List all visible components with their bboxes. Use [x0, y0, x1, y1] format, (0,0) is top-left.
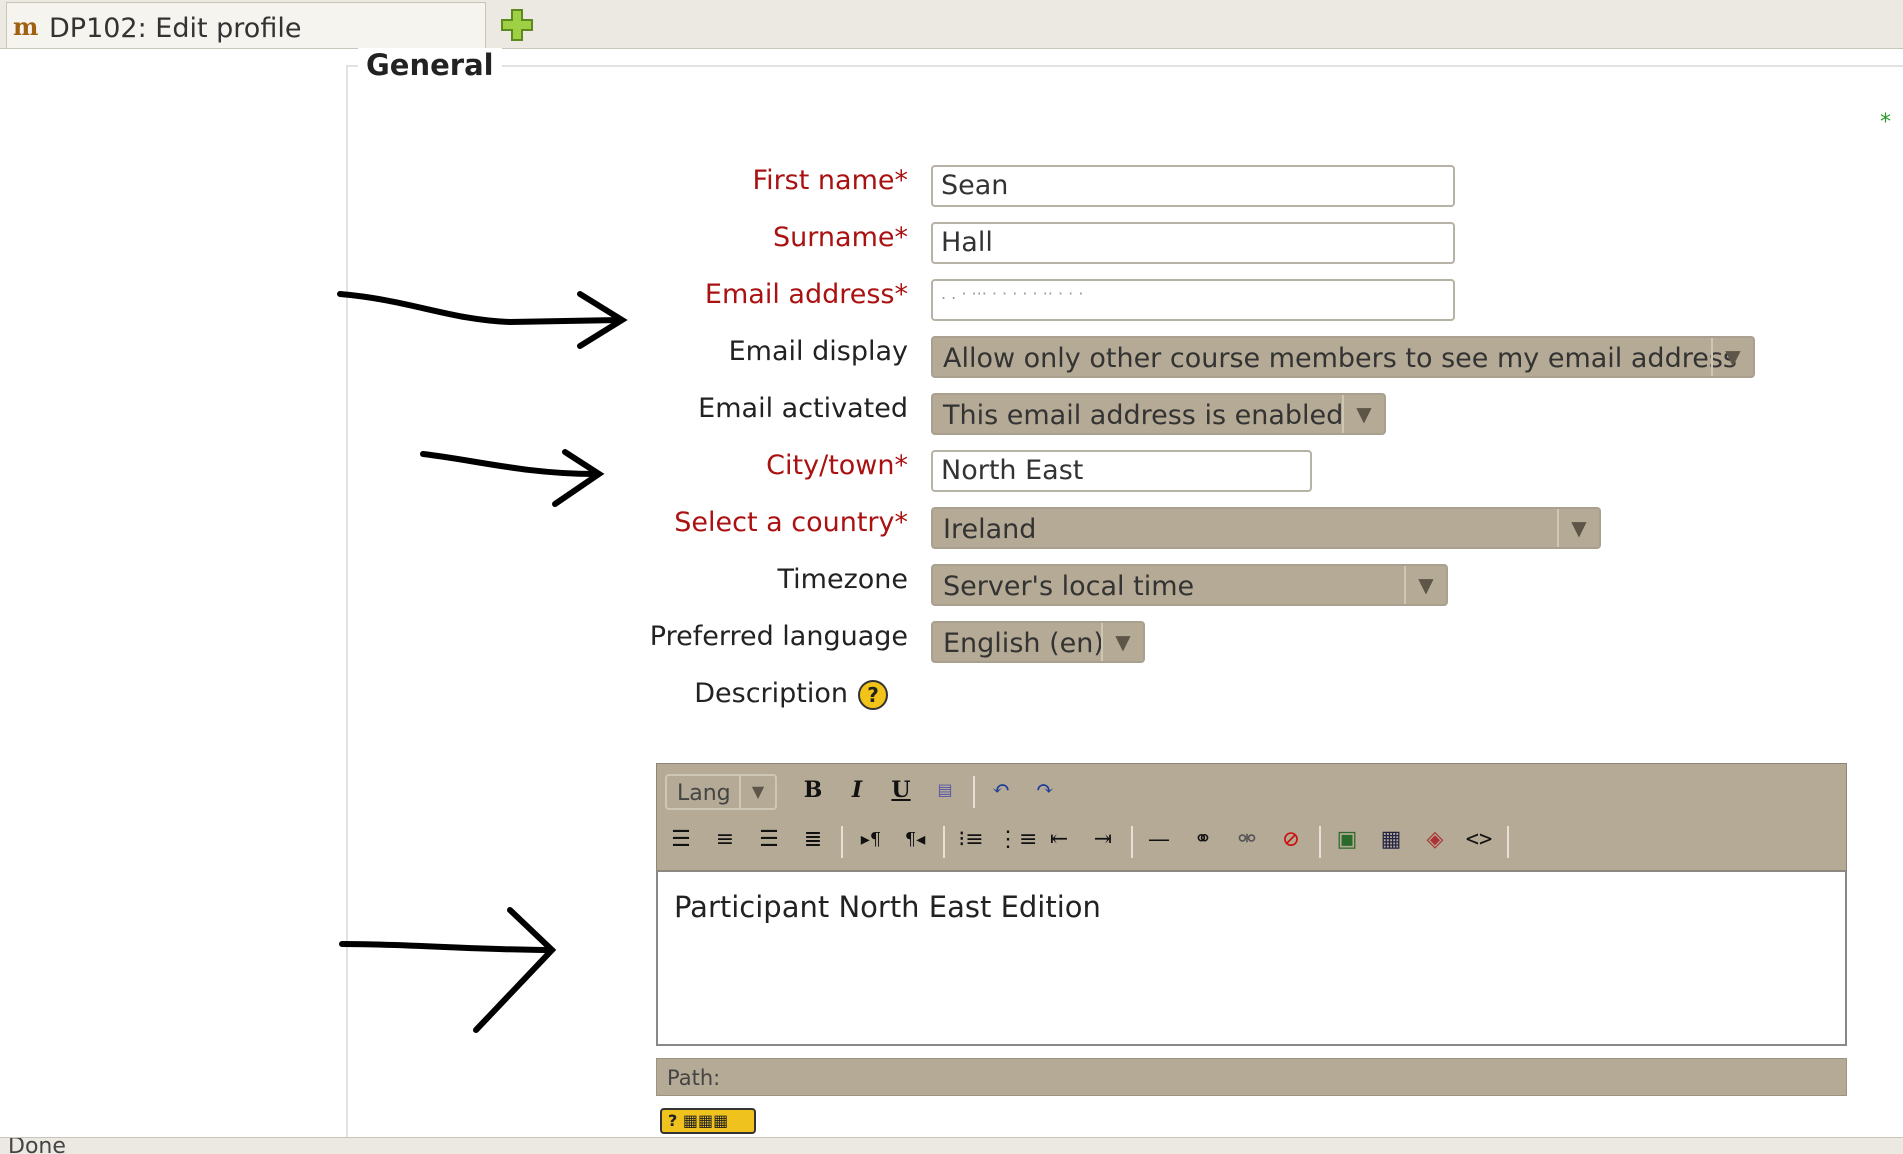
surname-value: Hall — [941, 227, 993, 258]
first-name-input[interactable]: Sean — [931, 165, 1455, 207]
align-left-icon[interactable]: ☰ — [663, 822, 699, 858]
country-value: Ireland — [943, 514, 1037, 545]
italic-icon[interactable]: I — [839, 772, 875, 808]
status-text: Done — [8, 1137, 66, 1154]
keyboard-shortcuts-icon[interactable]: ? ▦▦▦ — [660, 1108, 756, 1134]
timezone-value: Server's local time — [943, 571, 1195, 602]
toolbar-separator — [943, 826, 945, 858]
surname-input[interactable]: Hall — [931, 222, 1455, 264]
ordered-list-icon[interactable]: ⁝≡ — [953, 822, 989, 858]
toolbar-separator — [841, 826, 843, 858]
paste-word-icon[interactable]: ▤ — [927, 772, 963, 808]
indent-icon[interactable]: ⇥ — [1085, 822, 1121, 858]
email-value-obscured: . . · ··· · · · · · ·· · · · — [941, 284, 1084, 303]
new-tab-plus-icon[interactable] — [500, 8, 534, 42]
chevron-down-icon: ▼ — [1342, 395, 1384, 433]
description-editor[interactable]: Participant North East Edition — [656, 871, 1847, 1046]
keyboard-help-mark: ? — [668, 1111, 678, 1130]
city-value: North East — [941, 455, 1084, 486]
email-label-text: Email address — [704, 279, 895, 310]
first-name-label: First name* — [753, 165, 908, 196]
required-star: * — [894, 450, 909, 481]
country-label-text: Select a country — [674, 507, 895, 538]
chevron-down-icon: ▼ — [1711, 338, 1753, 376]
tab-bar: m DP102: Edit profile — [0, 0, 1903, 49]
toolbar-separator — [1131, 826, 1133, 858]
required-star: * — [894, 507, 909, 538]
undo-icon[interactable]: ↶ — [983, 772, 1019, 808]
email-display-select[interactable]: Allow only other course members to see m… — [931, 336, 1755, 378]
annotation-arrow-email — [337, 291, 628, 349]
city-label-text: City/town — [766, 450, 895, 481]
editor-toolbar: Lang ▼ B I U ▤ ↶ ↷ ☰ ≡ ☰ ≣ ▸¶ ¶◂ ⁝≡ ⋮≡ ⇤… — [656, 763, 1847, 871]
required-star: * — [894, 165, 909, 196]
email-input[interactable]: . . · ··· · · · · · ·· · · · — [931, 279, 1455, 321]
editor-content: Participant North East Edition — [674, 890, 1101, 924]
nolink-icon[interactable]: ⊘ — [1273, 822, 1309, 858]
email-activated-value: This email address is enabled — [943, 400, 1344, 431]
toolbar-separator — [973, 776, 975, 808]
insert-object-icon[interactable]: ◈ — [1417, 822, 1453, 858]
toolbar-separator — [1319, 826, 1321, 858]
first-name-value: Sean — [941, 170, 1009, 201]
email-label: Email address* — [705, 279, 908, 310]
chevron-down-icon: ▼ — [1557, 509, 1599, 547]
required-star: * — [894, 279, 909, 310]
ltr-icon[interactable]: ▸¶ — [853, 822, 889, 858]
tab-title: DP102: Edit profile — [49, 13, 302, 44]
annotation-arrow-description — [339, 907, 557, 1033]
fieldset-legend: General — [358, 48, 502, 82]
city-input[interactable]: North East — [931, 450, 1312, 492]
city-label: City/town* — [766, 450, 908, 481]
horizontal-rule-icon[interactable]: — — [1141, 822, 1177, 858]
lang-select[interactable]: Lang ▼ — [665, 774, 777, 810]
toolbar-separator — [1507, 826, 1509, 858]
redo-icon[interactable]: ↷ — [1027, 772, 1063, 808]
description-label: Description — [694, 678, 848, 709]
justify-icon[interactable]: ≣ — [795, 822, 831, 858]
unlink-icon[interactable]: ⚮ — [1229, 822, 1265, 858]
country-label: Select a country* — [674, 507, 908, 538]
editor-path-bar: Path: — [656, 1058, 1847, 1096]
lang-select-value: Lang — [677, 781, 731, 806]
rtl-icon[interactable]: ¶◂ — [897, 822, 933, 858]
link-icon[interactable]: ⚭ — [1185, 822, 1221, 858]
help-icon[interactable]: ? — [858, 680, 888, 710]
email-display-value: Allow only other course members to see m… — [943, 343, 1737, 374]
surname-label: Surname* — [773, 222, 908, 253]
email-activated-select[interactable]: This email address is enabled ▼ — [931, 393, 1386, 435]
country-select[interactable]: Ireland ▼ — [931, 507, 1601, 549]
image-icon[interactable]: ▣ — [1329, 822, 1365, 858]
chevron-down-icon: ▼ — [739, 776, 775, 808]
required-star: * — [894, 222, 909, 253]
unordered-list-icon[interactable]: ⋮≡ — [997, 822, 1037, 858]
table-icon[interactable]: ▦ — [1373, 822, 1409, 858]
align-center-icon[interactable]: ≡ — [707, 822, 743, 858]
email-activated-label: Email activated — [698, 393, 908, 424]
timezone-label: Timezone — [777, 564, 909, 595]
bold-icon[interactable]: B — [795, 772, 831, 808]
html-source-icon[interactable]: <> — [1461, 822, 1497, 858]
chevron-down-icon: ▼ — [1404, 566, 1446, 604]
required-indicator: * — [1880, 110, 1891, 135]
language-select[interactable]: English (en) ▼ — [931, 621, 1145, 663]
outdent-icon[interactable]: ⇤ — [1041, 822, 1077, 858]
timezone-select[interactable]: Server's local time ▼ — [931, 564, 1448, 606]
chevron-down-icon: ▼ — [1101, 623, 1143, 661]
email-display-label: Email display — [728, 336, 908, 367]
path-label: Path: — [667, 1066, 721, 1090]
tab-edit-profile[interactable]: m DP102: Edit profile — [6, 2, 486, 48]
language-value: English (en) — [943, 628, 1104, 659]
status-bar: Done — [0, 1137, 1903, 1154]
align-right-icon[interactable]: ☰ — [751, 822, 787, 858]
moodle-favicon-icon: m — [13, 12, 39, 41]
first-name-label-text: First name — [752, 165, 895, 196]
underline-icon[interactable]: U — [883, 772, 919, 808]
surname-label-text: Surname — [773, 222, 895, 253]
language-label: Preferred language — [649, 621, 908, 652]
annotation-arrow-city — [420, 449, 605, 507]
